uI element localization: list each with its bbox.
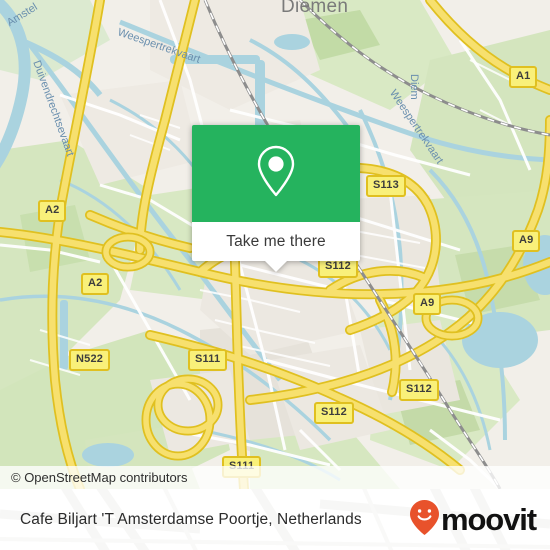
moovit-smiley-pin-icon	[409, 499, 440, 541]
map-pin-icon	[254, 143, 298, 204]
take-me-there-button[interactable]: Take me there	[192, 222, 360, 272]
map-share-page: Diemen Amstel Weespertrekvaart Duivendre…	[0, 0, 550, 550]
attribution-text: © OpenStreetMap contributors	[11, 470, 188, 485]
road-shield-a2-lower[interactable]: A2	[81, 273, 110, 295]
location-title: Cafe Biljart 'T Amsterdamse Poortje, Net…	[20, 510, 362, 528]
road-shield-s113[interactable]: S113	[366, 175, 406, 197]
footer-bar: Cafe Biljart 'T Amsterdamse Poortje, Net…	[0, 489, 550, 550]
map-attribution: © OpenStreetMap contributors	[0, 466, 550, 489]
card-pointer-tail	[265, 261, 287, 272]
card-icon-panel	[192, 125, 360, 222]
road-shield-s112-lower[interactable]: S112	[314, 402, 354, 424]
moovit-wordmark: moovit	[440, 502, 537, 537]
take-me-there-label: Take me there	[226, 232, 326, 250]
road-shield-s111-middle[interactable]: S111	[188, 349, 228, 371]
location-marker-card: Take me there	[192, 125, 360, 272]
road-shield-a9-right[interactable]: A9	[512, 230, 541, 252]
moovit-brand[interactable]: moovit	[409, 499, 537, 541]
road-shield-a2-upper[interactable]: A2	[38, 200, 67, 222]
road-shield-n522[interactable]: N522	[69, 349, 111, 371]
road-shield-a1[interactable]: A1	[509, 66, 538, 88]
road-shield-a9-center[interactable]: A9	[413, 293, 442, 315]
road-shield-s112-right[interactable]: S112	[399, 379, 439, 401]
